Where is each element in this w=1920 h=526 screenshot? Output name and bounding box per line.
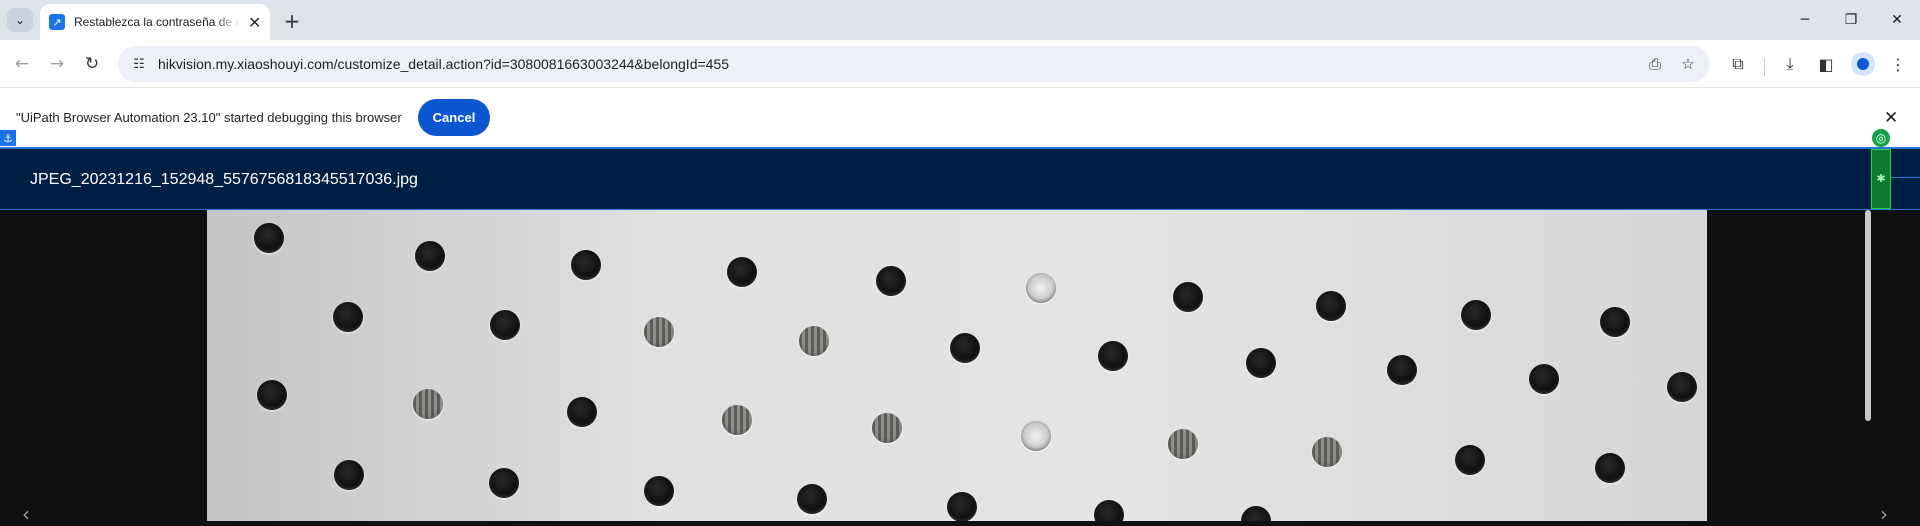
hole: [1026, 273, 1056, 303]
hole: [644, 317, 674, 347]
hole: [1667, 372, 1697, 402]
hole: [727, 257, 757, 287]
side-panel-icon[interactable]: ◧: [1814, 52, 1838, 76]
site-info-icon[interactable]: ☷: [130, 55, 148, 73]
tab-title: Restablezca la contraseña de acceso: [74, 15, 240, 29]
toolbar-divider: [1764, 58, 1765, 76]
download-icon[interactable]: ⤓: [1778, 52, 1802, 76]
hole: [1094, 500, 1124, 521]
hole: [333, 302, 363, 332]
hole: [1173, 282, 1203, 312]
window-close-icon[interactable]: ✕: [1877, 8, 1917, 32]
tab-favicon-icon: ↗: [49, 14, 65, 30]
bookmark-star-icon[interactable]: ☆: [1678, 54, 1698, 74]
hole: [567, 397, 597, 427]
file-header: ⚓ JPEG_20231216_152948_55767568183455170…: [0, 129, 1920, 210]
menu-kebab-icon[interactable]: ⋮: [1886, 52, 1910, 76]
hole: [950, 333, 980, 363]
hole: [1461, 300, 1491, 330]
browser-tab[interactable]: ↗ Restablezca la contraseña de acceso ✕: [40, 4, 270, 40]
debugging-infobar: "UiPath Browser Automation 23.10" starte…: [0, 88, 1920, 147]
install-app-icon[interactable]: ⎙: [1645, 54, 1665, 74]
file-name: JPEG_20231216_152948_5576756818345517036…: [30, 171, 418, 188]
hole: [1455, 445, 1485, 475]
next-image-chevron-icon[interactable]: ›: [1880, 502, 1888, 526]
hole: [722, 405, 752, 435]
hole: [490, 310, 520, 340]
uipath-connector: [1891, 177, 1920, 178]
browser-toolbar: ← → ↻ ☷ hikvision.my.xiaoshouyi.com/cust…: [0, 40, 1920, 88]
hole: [334, 460, 364, 490]
hole: [1529, 364, 1559, 394]
hole: [799, 326, 829, 356]
viewer-scrollbar[interactable]: [1865, 210, 1871, 421]
extensions-icon[interactable]: ⧉: [1726, 52, 1750, 76]
anchor-icon[interactable]: ⚓: [0, 130, 16, 146]
image-viewer: ⚓ JPEG_20231216_152948_55767568183455170…: [0, 129, 1920, 526]
tab-strip: ⌄ ↗ Restablezca la contraseña de acceso …: [0, 0, 1920, 40]
hole: [947, 492, 977, 521]
address-bar[interactable]: ☷ hikvision.my.xiaoshouyi.com/customize_…: [118, 46, 1710, 82]
hole: [489, 468, 519, 498]
prev-image-chevron-icon[interactable]: ‹: [22, 502, 30, 526]
hole: [1168, 429, 1198, 459]
tab-close-icon[interactable]: ✕: [248, 13, 261, 32]
hole: [1246, 348, 1276, 378]
url-text[interactable]: hikvision.my.xiaoshouyi.com/customize_de…: [158, 56, 729, 72]
forward-arrow-icon[interactable]: →: [45, 52, 69, 76]
hole: [876, 266, 906, 296]
hole: [644, 476, 674, 506]
hole: [797, 484, 827, 514]
hole: [872, 413, 902, 443]
hole: [1600, 307, 1630, 337]
tab-search-chevron-icon[interactable]: ⌄: [7, 8, 33, 32]
infobar-close-icon[interactable]: ✕: [1884, 108, 1898, 128]
hole: [1241, 506, 1271, 521]
minimize-icon[interactable]: ─: [1785, 8, 1825, 32]
hole: [1595, 453, 1625, 483]
preview-image: [207, 210, 1707, 521]
debugging-message: "UiPath Browser Automation 23.10" starte…: [16, 110, 402, 125]
hole: [254, 223, 284, 253]
hole: [571, 250, 601, 280]
hole: [257, 380, 287, 410]
uipath-target-icon[interactable]: ◎: [1872, 129, 1890, 147]
hole: [1312, 437, 1342, 467]
new-tab-button[interactable]: +: [280, 9, 304, 33]
hole: [1098, 341, 1128, 371]
reload-icon[interactable]: ↻: [80, 52, 104, 76]
hole: [1316, 291, 1346, 321]
restore-icon[interactable]: ❐: [1831, 8, 1871, 32]
hole: [413, 389, 443, 419]
hole: [415, 241, 445, 271]
profile-avatar[interactable]: [1851, 52, 1875, 76]
back-arrow-icon[interactable]: ←: [10, 52, 34, 76]
cancel-button[interactable]: Cancel: [418, 99, 490, 136]
uipath-bug-icon: ✱: [1876, 171, 1886, 185]
hole: [1021, 421, 1051, 451]
hole: [1387, 355, 1417, 385]
